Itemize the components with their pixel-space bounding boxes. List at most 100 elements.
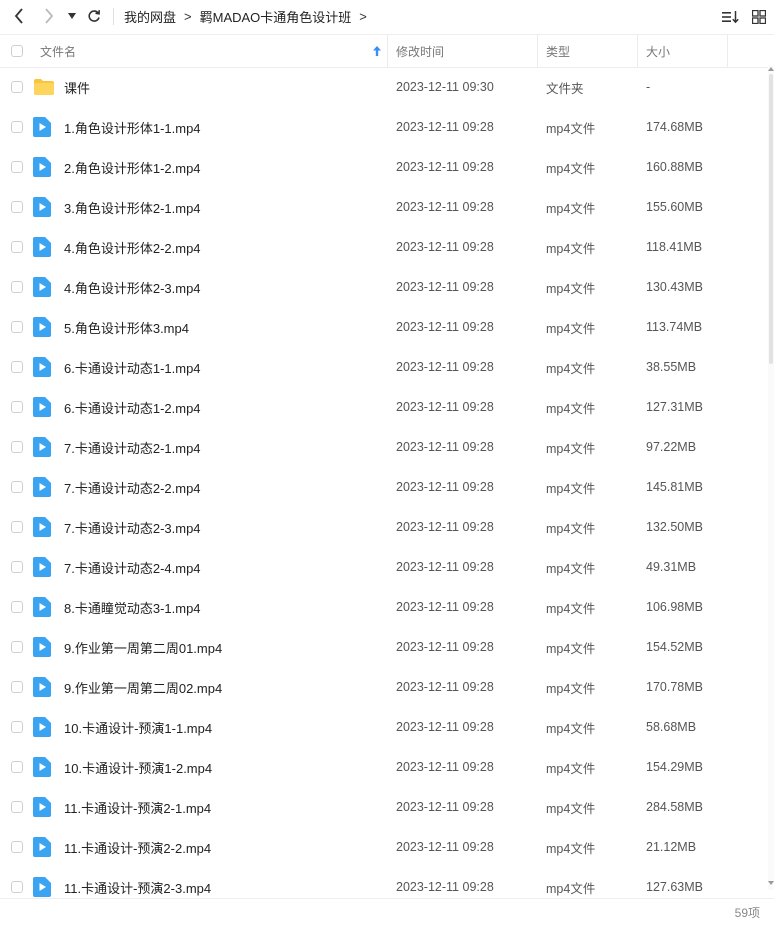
file-row[interactable]: 11.卡通设计-预演2-1.mp4 2023-12-11 09:28 mp4文件 28… xyxy=(0,787,768,827)
video-file-icon xyxy=(33,547,51,587)
file-type: mp4文件 xyxy=(546,361,596,376)
column-size[interactable]: 大小 xyxy=(646,35,670,67)
view-controls xyxy=(722,0,766,33)
file-row[interactable]: 6.卡通设计动态1-1.mp4 2023-12-11 09:28 mp4文件 38.5… xyxy=(0,347,768,387)
row-checkbox[interactable] xyxy=(11,81,23,93)
select-all-checkbox[interactable] xyxy=(11,45,23,57)
row-checkbox[interactable] xyxy=(11,321,23,333)
column-size-label: 大小 xyxy=(646,44,671,59)
row-checkbox[interactable] xyxy=(11,641,23,653)
file-row[interactable]: 10.卡通设计-预演1-2.mp4 2023-12-11 09:28 mp4文件 15… xyxy=(0,747,768,787)
row-checkbox-wrap xyxy=(11,467,23,507)
column-divider[interactable] xyxy=(727,35,728,67)
file-name: 2.角色设计形体1-2.mp4 xyxy=(64,160,201,176)
row-checkbox[interactable] xyxy=(11,281,23,293)
file-row[interactable]: 9.作业第一周第二周02.mp4 2023-12-11 09:28 mp4文件 170… xyxy=(0,667,768,707)
row-checkbox[interactable] xyxy=(11,601,23,613)
file-row[interactable]: 5.角色设计形体3.mp4 2023-12-11 09:28 mp4文件 113.74… xyxy=(0,307,768,347)
item-count: 59项 xyxy=(734,906,760,920)
video-file-icon xyxy=(33,227,51,267)
back-button[interactable] xyxy=(10,7,28,25)
file-row[interactable]: 8.卡通瞳觉动态3-1.mp4 2023-12-11 09:28 mp4文件 106.… xyxy=(0,587,768,627)
column-type[interactable]: 类型 xyxy=(546,35,570,67)
vertical-scrollbar[interactable] xyxy=(768,66,774,890)
file-row[interactable]: 7.卡通设计动态2-1.mp4 2023-12-11 09:28 mp4文件 97.2… xyxy=(0,427,768,467)
row-checkbox-wrap xyxy=(11,427,23,467)
file-row[interactable]: 10.卡通设计-预演1-1.mp4 2023-12-11 09:28 mp4文件 58… xyxy=(0,707,768,747)
row-checkbox[interactable] xyxy=(11,481,23,493)
column-divider[interactable] xyxy=(387,35,388,67)
file-row[interactable]: 7.卡通设计动态2-2.mp4 2023-12-11 09:28 mp4文件 145.… xyxy=(0,467,768,507)
row-checkbox[interactable] xyxy=(11,521,23,533)
row-checkbox[interactable] xyxy=(11,841,23,853)
folder-icon xyxy=(33,67,55,107)
row-checkbox[interactable] xyxy=(11,881,23,893)
scrollbar-thumb[interactable] xyxy=(769,74,773,364)
row-checkbox[interactable] xyxy=(11,361,23,373)
file-name: 7.卡通设计动态2-2.mp4 xyxy=(64,480,201,496)
file-size: 160.88MB xyxy=(646,160,703,174)
grid-view-icon xyxy=(752,9,766,24)
file-name: 4.角色设计形体2-3.mp4 xyxy=(64,280,201,296)
file-row[interactable]: 7.卡通设计动态2-4.mp4 2023-12-11 09:28 mp4文件 49.3… xyxy=(0,547,768,587)
row-checkbox[interactable] xyxy=(11,721,23,733)
file-row[interactable]: 6.卡通设计动态1-2.mp4 2023-12-11 09:28 mp4文件 127.… xyxy=(0,387,768,427)
history-dropdown-button[interactable] xyxy=(66,10,78,22)
file-name: 9.作业第一周第二周02.mp4 xyxy=(64,680,223,696)
file-size: 174.68MB xyxy=(646,120,703,134)
file-modified: 2023-12-11 09:28 xyxy=(396,400,494,414)
column-modified[interactable]: 修改时间 xyxy=(396,35,444,67)
row-checkbox[interactable] xyxy=(11,681,23,693)
file-row[interactable]: 3.角色设计形体2-1.mp4 2023-12-11 09:28 mp4文件 155.… xyxy=(0,187,768,227)
row-checkbox[interactable] xyxy=(11,441,23,453)
row-checkbox[interactable] xyxy=(11,761,23,773)
row-checkbox[interactable] xyxy=(11,801,23,813)
file-row[interactable]: 4.角色设计形体2-3.mp4 2023-12-11 09:28 mp4文件 130.… xyxy=(0,267,768,307)
file-type: mp4文件 xyxy=(546,121,596,136)
status-bar: 59项 xyxy=(0,898,774,926)
row-checkbox[interactable] xyxy=(11,401,23,413)
file-row[interactable]: 1.角色设计形体1-1.mp4 2023-12-11 09:28 mp4文件 174.… xyxy=(0,107,768,147)
file-row[interactable]: 2.角色设计形体1-2.mp4 2023-12-11 09:28 mp4文件 160.… xyxy=(0,147,768,187)
row-checkbox[interactable] xyxy=(11,241,23,253)
video-file-icon xyxy=(33,707,51,747)
row-checkbox[interactable] xyxy=(11,201,23,213)
file-modified: 2023-12-11 09:28 xyxy=(396,680,494,694)
forward-button[interactable] xyxy=(40,7,58,25)
breadcrumb-item-root[interactable]: 我的网盘 xyxy=(124,7,176,26)
file-type: mp4文件 xyxy=(546,241,596,256)
column-name[interactable]: 文件名 xyxy=(40,35,386,67)
row-checkbox-wrap xyxy=(11,627,23,667)
column-divider[interactable] xyxy=(637,35,638,67)
video-file-icon xyxy=(33,307,51,347)
file-modified: 2023-12-11 09:28 xyxy=(396,720,494,734)
sort-button[interactable] xyxy=(722,10,740,24)
file-row[interactable]: 11.卡通设计-预演2-2.mp4 2023-12-11 09:28 mp4文件 21… xyxy=(0,827,768,867)
grid-view-button[interactable] xyxy=(752,9,766,24)
column-divider[interactable] xyxy=(537,35,538,67)
row-checkbox[interactable] xyxy=(11,121,23,133)
row-checkbox-wrap xyxy=(11,507,23,547)
file-size: 113.74MB xyxy=(646,320,703,334)
file-row[interactable]: 课件 2023-12-11 09:30 文件夹 - xyxy=(0,67,768,107)
file-modified: 2023-12-11 09:28 xyxy=(396,640,494,654)
row-checkbox[interactable] xyxy=(11,561,23,573)
refresh-button[interactable] xyxy=(85,7,103,25)
file-row[interactable]: 9.作业第一周第二周01.mp4 2023-12-11 09:28 mp4文件 154… xyxy=(0,627,768,667)
row-checkbox[interactable] xyxy=(11,161,23,173)
scroll-up-icon[interactable] xyxy=(768,66,774,71)
column-name-label: 文件名 xyxy=(40,44,77,59)
file-row[interactable]: 4.角色设计形体2-2.mp4 2023-12-11 09:28 mp4文件 118.… xyxy=(0,227,768,267)
file-size: 145.81MB xyxy=(646,480,703,494)
row-checkbox-wrap xyxy=(11,387,23,427)
scroll-down-icon[interactable] xyxy=(768,881,774,886)
chevron-right-icon[interactable]: > xyxy=(359,9,367,24)
file-type: mp4文件 xyxy=(546,561,596,576)
file-name: 11.卡通设计-预演2-1.mp4 xyxy=(64,800,212,816)
breadcrumb-item-current[interactable]: 羁MADAO卡通角色设计班 xyxy=(200,7,352,26)
video-file-icon xyxy=(33,387,51,427)
file-type: mp4文件 xyxy=(546,201,596,216)
file-row[interactable]: 7.卡通设计动态2-3.mp4 2023-12-11 09:28 mp4文件 132.… xyxy=(0,507,768,547)
file-name: 7.卡通设计动态2-1.mp4 xyxy=(64,440,201,456)
file-name: 10.卡通设计-预演1-1.mp4 xyxy=(64,720,213,736)
